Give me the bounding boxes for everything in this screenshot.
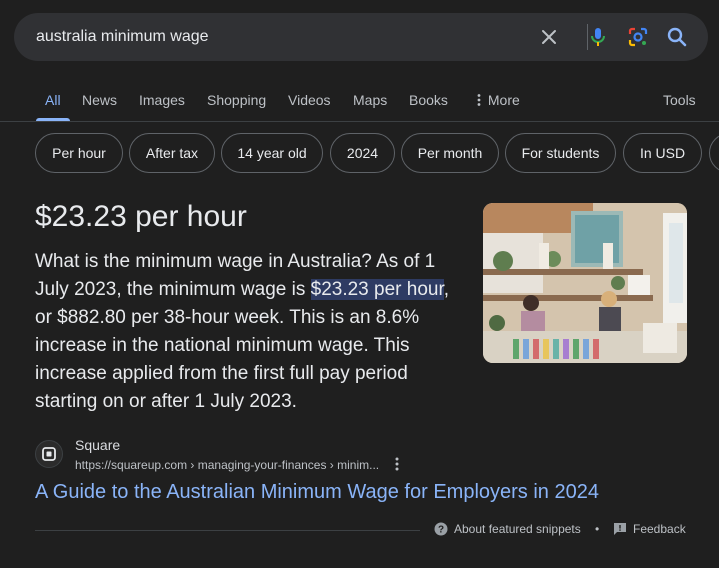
search-tabs: All News Images Shopping Videos Maps Boo… (0, 88, 719, 122)
tab-news[interactable]: News (82, 92, 117, 108)
help-icon: ? (434, 522, 448, 536)
footer-separator: • (595, 522, 600, 536)
svg-text:?: ? (438, 525, 444, 536)
chip-14-year-old[interactable]: 14 year old (221, 133, 323, 173)
footer-divider (35, 530, 420, 531)
source-favicon[interactable] (35, 440, 63, 468)
snippet-highlight: $23.23 per hour (310, 279, 444, 300)
chip-overflow[interactable] (709, 133, 719, 173)
chip-per-hour[interactable]: Per hour (35, 133, 123, 173)
chip-per-month[interactable]: Per month (401, 133, 499, 173)
tab-videos[interactable]: Videos (288, 92, 331, 108)
feedback-button[interactable]: Feedback (613, 522, 686, 536)
more-vert-icon (477, 94, 481, 106)
tab-all[interactable]: All (45, 92, 61, 108)
chip-after-tax[interactable]: After tax (129, 133, 215, 173)
lens-icon[interactable] (626, 25, 650, 49)
tabs-divider (0, 121, 719, 122)
tab-books[interactable]: Books (409, 92, 448, 108)
chip-for-students[interactable]: For students (505, 133, 616, 173)
search-icon[interactable] (665, 25, 689, 49)
source-url[interactable]: https://squareup.com › managing-your-fin… (75, 458, 379, 472)
featured-snippet-text: What is the minimum wage in Australia? A… (35, 248, 455, 416)
featured-answer: $23.23 per hour (35, 200, 247, 233)
more-options-icon[interactable] (390, 456, 404, 472)
tab-shopping[interactable]: Shopping (207, 92, 266, 108)
about-label: About featured snippets (454, 522, 581, 536)
search-bar[interactable]: australia minimum wage (14, 13, 708, 61)
tools-button[interactable]: Tools (663, 92, 696, 108)
tab-images[interactable]: Images (139, 92, 185, 108)
feedback-icon (614, 523, 626, 535)
source-name[interactable]: Square (75, 437, 120, 453)
featured-image[interactable] (483, 203, 687, 363)
chip-in-usd[interactable]: In USD (623, 133, 702, 173)
microphone-icon[interactable] (586, 25, 610, 49)
feedback-label: Feedback (633, 522, 686, 536)
tab-more[interactable]: More (474, 92, 520, 108)
search-input[interactable]: australia minimum wage (36, 28, 209, 46)
result-title-link[interactable]: A Guide to the Australian Minimum Wage f… (35, 481, 599, 504)
tab-more-label: More (487, 92, 520, 108)
about-featured-snippets[interactable]: ? About featured snippets (434, 522, 581, 536)
clear-icon[interactable] (537, 25, 561, 49)
chip-2024[interactable]: 2024 (330, 133, 395, 173)
square-logo-icon (42, 447, 56, 461)
tab-maps[interactable]: Maps (353, 92, 387, 108)
